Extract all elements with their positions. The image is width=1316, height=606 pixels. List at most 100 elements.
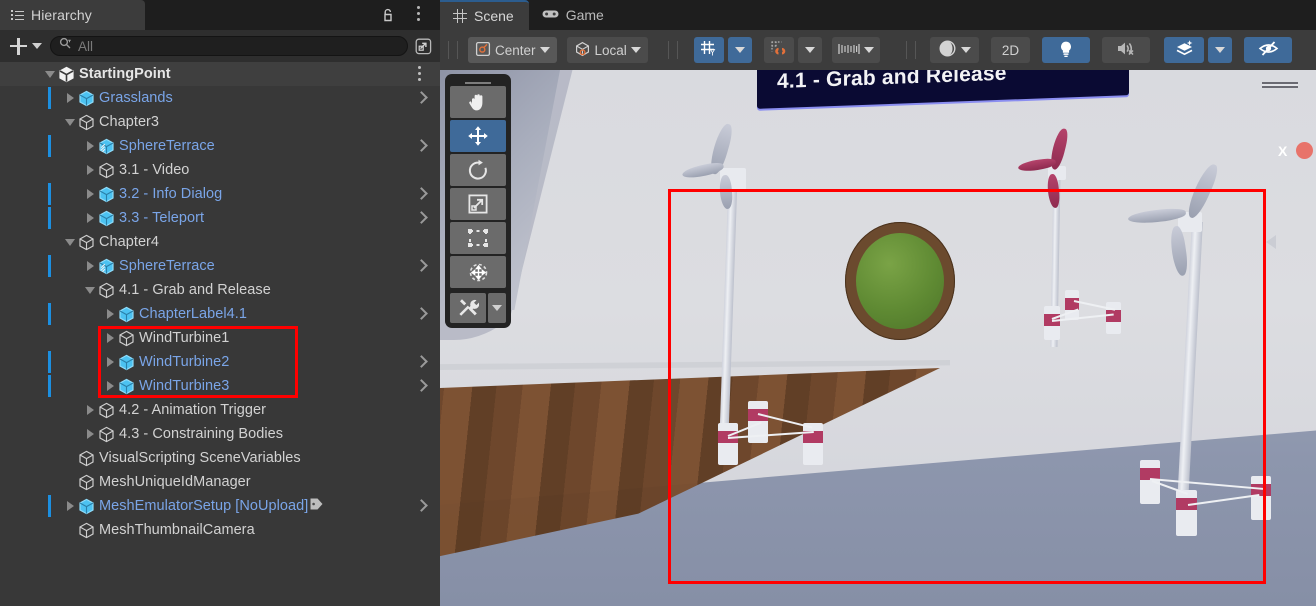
open-prefab-chevron-icon[interactable] xyxy=(417,211,426,225)
tree-twirl-right-icon[interactable] xyxy=(102,354,118,370)
tree-twirl-down-icon[interactable] xyxy=(62,234,78,250)
prefab-instance-bar xyxy=(48,351,51,373)
speaker-muted-icon xyxy=(1116,40,1136,60)
scale-tool-icon[interactable] xyxy=(450,188,506,220)
open-prefab-chevron-icon[interactable] xyxy=(417,307,426,321)
tree-twirl-right-icon[interactable] xyxy=(62,90,78,106)
hierarchy-menu-icon[interactable] xyxy=(410,6,426,24)
handle-space-button[interactable]: Local xyxy=(566,37,648,63)
scene-tabbar: Scene Game xyxy=(440,0,1316,30)
tree-row-3-3-teleport[interactable]: 3.3 - Teleport xyxy=(0,206,440,230)
search-input[interactable]: All xyxy=(50,36,408,56)
tree-row-meshemulatorsetup-noupload[interactable]: MeshEmulatorSetup [NoUpload] xyxy=(0,494,440,518)
hierarchy-tree[interactable]: StartingPoint Grasslands Chapter3 SphereTer… xyxy=(0,62,440,606)
tree-row-label: StartingPoint xyxy=(79,66,171,82)
popout-icon[interactable] xyxy=(410,35,436,57)
tree-twirl-right-icon[interactable] xyxy=(82,138,98,154)
scene-audio-button[interactable] xyxy=(1102,37,1151,63)
open-prefab-chevron-icon[interactable] xyxy=(417,139,426,153)
tree-row-meshthumbnailcamera[interactable]: MeshThumbnailCamera xyxy=(0,518,440,542)
tree-row-startingpoint[interactable]: StartingPoint xyxy=(0,62,440,86)
tree-twirl-right-icon[interactable] xyxy=(102,306,118,322)
hand-tool-icon[interactable] xyxy=(450,86,506,118)
tree-row-windturbine2[interactable]: WindTurbine2 xyxy=(0,350,440,374)
tree-row-3-1-video[interactable]: 3.1 - Video xyxy=(0,158,440,182)
open-prefab-chevron-icon[interactable] xyxy=(417,499,426,513)
pivot-mode-button[interactable]: Center xyxy=(468,37,557,63)
scene-view-gizmo[interactable]: X xyxy=(1266,125,1316,249)
tree-row-chapterlabel4-1[interactable]: ChapterLabel4.1 xyxy=(0,302,440,326)
tab-scene[interactable]: Scene xyxy=(440,0,529,30)
tree-row-sphereterrace[interactable]: SphereTerrace xyxy=(0,254,440,278)
fx-overlays-dropdown[interactable] xyxy=(1208,37,1233,63)
chevron-down-icon xyxy=(539,47,550,53)
tree-row-4-2-animation-trigger[interactable]: 4.2 - Animation Trigger xyxy=(0,398,440,422)
tree-twirl-right-icon[interactable] xyxy=(82,186,98,202)
chevron-down-icon xyxy=(492,305,502,311)
tree-row-visualscripting-scenevariables[interactable]: VisualScripting SceneVariables xyxy=(0,446,440,470)
open-prefab-chevron-icon[interactable] xyxy=(417,187,426,201)
gizmo-axis-x-handle[interactable] xyxy=(1296,142,1313,159)
view-2d-label: 2D xyxy=(1001,42,1020,58)
rect-tool-icon[interactable] xyxy=(450,222,506,254)
tree-twirl-right-icon[interactable] xyxy=(82,162,98,178)
open-prefab-chevron-icon[interactable] xyxy=(417,259,426,273)
tree-twirl-right-icon[interactable] xyxy=(62,498,78,514)
scene-lighting-button[interactable] xyxy=(1042,37,1091,63)
grid-visibility-dropdown[interactable] xyxy=(727,37,752,63)
tree-row-sphereterrace[interactable]: SphereTerrace xyxy=(0,134,440,158)
tree-twirl-right-icon[interactable] xyxy=(102,378,118,394)
fx-overlays-button[interactable] xyxy=(1164,37,1205,63)
tab-hierarchy[interactable]: Hierarchy xyxy=(0,0,145,30)
hierarchy-panel: Hierarchy All StartingPoint Grasslands C… xyxy=(0,0,440,606)
custom-tools-icon[interactable] xyxy=(450,293,486,323)
grid-snapping-dropdown[interactable] xyxy=(797,37,822,63)
lightbulb-icon xyxy=(1058,40,1074,61)
tree-twirl-down-icon[interactable] xyxy=(42,66,58,82)
custom-tools-dropdown[interactable] xyxy=(488,293,506,323)
grid-snapping-button[interactable] xyxy=(763,37,794,63)
hidden-objects-button[interactable] xyxy=(1244,37,1293,63)
tree-row-4-3-constraining-bodies[interactable]: 4.3 - Constraining Bodies xyxy=(0,422,440,446)
tree-twirl-right-icon[interactable] xyxy=(102,330,118,346)
tree-twirl-right-icon[interactable] xyxy=(82,426,98,442)
tree-row-meshuniqueidmanager[interactable]: MeshUniqueIdManager xyxy=(0,470,440,494)
tree-row-windturbine1[interactable]: WindTurbine1 xyxy=(0,326,440,350)
tree-twirl-down-icon[interactable] xyxy=(82,282,98,298)
drag-handle[interactable] xyxy=(465,82,491,84)
open-prefab-chevron-icon[interactable] xyxy=(417,91,426,105)
turbine-guywire xyxy=(1187,493,1260,506)
row-menu-icon[interactable] xyxy=(412,66,426,82)
tree-row-4-1-grab-and-release[interactable]: 4.1 - Grab and Release xyxy=(0,278,440,302)
transform-tool-icon[interactable] xyxy=(450,256,506,288)
tree-row-chapter3[interactable]: Chapter3 xyxy=(0,110,440,134)
turbine-guywire xyxy=(1149,478,1264,490)
viewport-windturbine-1 xyxy=(670,122,910,465)
tree-twirl-down-icon[interactable] xyxy=(62,114,78,130)
snap-increment-button[interactable] xyxy=(831,37,880,63)
tree-twirl-right-icon[interactable] xyxy=(82,402,98,418)
tree-row-3-2-info-dialog[interactable]: 3.2 - Info Dialog xyxy=(0,182,440,206)
tree-row-chapter4[interactable]: Chapter4 xyxy=(0,230,440,254)
move-tool-icon[interactable] xyxy=(450,120,506,152)
add-gameobject-button[interactable] xyxy=(6,35,30,57)
tree-row-grasslands[interactable]: Grasslands xyxy=(0,86,440,110)
svg-text:Y: Y xyxy=(710,48,716,58)
gizmo-axis-x-label: X xyxy=(1278,143,1288,159)
add-dropdown-caret-icon[interactable] xyxy=(32,43,42,49)
tree-row-windturbine3[interactable]: WindTurbine3 xyxy=(0,374,440,398)
tree-row-label: 4.2 - Animation Trigger xyxy=(119,402,267,418)
view-2d-button[interactable]: 2D xyxy=(990,37,1031,63)
lock-open-icon[interactable] xyxy=(380,7,396,23)
open-prefab-chevron-icon[interactable] xyxy=(417,355,426,369)
scene-view-fx-button[interactable] xyxy=(929,37,979,63)
tree-twirl-right-icon[interactable] xyxy=(82,210,98,226)
tree-twirl-right-icon[interactable] xyxy=(82,258,98,274)
scene-viewport[interactable]: 4.1 - Grab and Release X xyxy=(440,70,1316,606)
gameobject-icon xyxy=(98,282,115,299)
turbine-anchor xyxy=(1251,476,1271,520)
rotate-tool-icon[interactable] xyxy=(450,154,506,186)
tab-game[interactable]: Game xyxy=(529,0,619,30)
open-prefab-chevron-icon[interactable] xyxy=(417,379,426,393)
grid-visibility-button[interactable]: Y xyxy=(693,37,724,63)
